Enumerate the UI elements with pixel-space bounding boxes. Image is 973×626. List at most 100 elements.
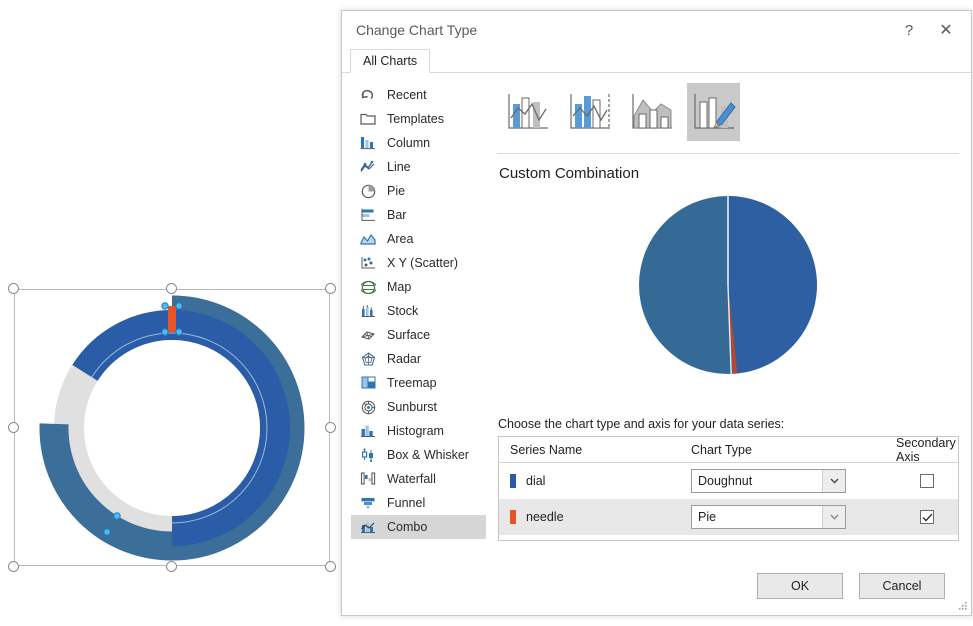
resize-grip[interactable] — [956, 600, 968, 612]
chart-type-label: Area — [387, 232, 414, 246]
funnel-icon — [357, 494, 379, 512]
chart-type-item-sunburst[interactable]: Sunburst — [351, 395, 486, 419]
thumbnail-stacked-area-clustered-column[interactable] — [625, 83, 678, 141]
resize-handle-top-center[interactable] — [166, 283, 177, 294]
scatter-icon — [357, 254, 379, 272]
secondary-axis-checkbox-needle[interactable] — [920, 510, 934, 524]
resize-handle-middle-right[interactable] — [325, 421, 336, 433]
chart-type-item-area[interactable]: Area — [351, 227, 486, 251]
chart-type-dropdown-value: Doughnut — [698, 474, 753, 488]
chart-type-label: Stock — [387, 304, 419, 318]
chart-type-label: Surface — [387, 328, 431, 342]
resize-handle-top-right[interactable] — [325, 283, 336, 294]
secondary-axis-cell — [896, 510, 958, 524]
cancel-button[interactable]: Cancel — [859, 573, 945, 599]
chart-type-label: Treemap — [387, 376, 437, 390]
chart-type-item-map[interactable]: Map — [351, 275, 486, 299]
chart-type-item-waterfall[interactable]: Waterfall — [351, 467, 486, 491]
check-icon — [922, 513, 932, 522]
column-header-secondary-axis: Secondary Axis — [896, 436, 956, 464]
series-table-header: Series Name Chart Type Secondary Axis — [499, 436, 958, 464]
chart-type-label: Recent — [387, 88, 427, 102]
needle-marker — [168, 305, 176, 332]
area-icon — [357, 230, 379, 248]
chart-type-item-bar[interactable]: Bar — [351, 203, 486, 227]
chart-preview-area — [497, 189, 959, 409]
chart-type-item-funnel[interactable]: Funnel — [351, 491, 486, 515]
chart-type-item-scatter[interactable]: X Y (Scatter) — [351, 251, 486, 275]
chart-type-dropdown-needle[interactable]: Pie — [691, 505, 846, 529]
histogram-icon — [357, 422, 379, 440]
thumbnail-clustered-column-line[interactable] — [501, 83, 554, 141]
close-icon: ✕ — [939, 22, 953, 39]
slide-canvas — [0, 0, 345, 626]
chart-type-item-line[interactable]: Line — [351, 155, 486, 179]
recent-icon — [357, 86, 379, 104]
chart-type-dropdown-dial[interactable]: Doughnut — [691, 469, 846, 493]
chart-type-label: Column — [387, 136, 431, 150]
chart-type-item-combo[interactable]: Combo — [351, 515, 486, 539]
chart-type-label: Templates — [387, 112, 444, 126]
gauge-doughnut-chart[interactable] — [30, 294, 314, 562]
series-row-dial[interactable]: dial Doughnut — [499, 463, 958, 499]
combo-thumbnail-row[interactable] — [501, 83, 740, 145]
chart-type-label: Funnel — [387, 496, 426, 510]
chart-type-label: X Y (Scatter) — [387, 256, 459, 270]
combo-icon — [357, 518, 379, 536]
chart-type-label: Pie — [387, 184, 406, 198]
tab-strip: All Charts — [342, 49, 971, 73]
chart-type-item-recent[interactable]: Recent — [351, 83, 486, 107]
series-section-label: Choose the chart type and axis for your … — [498, 417, 785, 431]
right-pane: Custom Combination Choose the chart type… — [497, 83, 959, 551]
chevron-down-icon[interactable] — [822, 470, 845, 492]
chart-type-item-pie[interactable]: Pie — [351, 179, 486, 203]
help-button[interactable]: ? — [894, 17, 924, 43]
chart-type-label: Box & Whisker — [387, 448, 469, 462]
chart-type-dropdown-value: Pie — [698, 510, 717, 524]
chart-type-item-histogram[interactable]: Histogram — [351, 419, 486, 443]
chart-type-item-column[interactable]: Column — [351, 131, 486, 155]
close-button[interactable]: ✕ — [931, 17, 961, 43]
series-color-swatch — [510, 474, 516, 488]
resize-handle-bottom-left[interactable] — [8, 561, 19, 572]
thumbnail-clustered-column-line-secondary-axis[interactable] — [563, 83, 616, 141]
resize-handle-top-left[interactable] — [8, 283, 19, 294]
chart-type-label: Map — [387, 280, 412, 294]
resize-handle-bottom-right[interactable] — [325, 561, 336, 572]
treemap-icon — [357, 374, 379, 392]
chart-type-item-treemap[interactable]: Treemap — [351, 371, 486, 395]
waterfall-icon — [357, 470, 379, 488]
chart-type-cell: Pie — [691, 505, 896, 529]
secondary-axis-checkbox-dial[interactable] — [920, 474, 934, 488]
series-name-label: needle — [526, 510, 564, 524]
chart-type-label: Histogram — [387, 424, 444, 438]
resize-handle-middle-left[interactable] — [8, 421, 19, 433]
series-row-needle[interactable]: needle Pie — [499, 499, 958, 535]
chart-type-label: Bar — [387, 208, 407, 222]
tab-all-charts-label: All Charts — [363, 54, 418, 68]
surface-icon — [357, 326, 379, 344]
dialog-body: Recent Templates Column Line Pie Bar Are… — [342, 73, 971, 563]
chart-type-item-templates[interactable]: Templates — [351, 107, 486, 131]
preview-divider — [497, 153, 959, 154]
dialog-footer: OK Cancel — [342, 563, 971, 615]
chart-type-label: Line — [387, 160, 411, 174]
chart-type-label: Sunburst — [387, 400, 438, 414]
chart-type-item-stock[interactable]: Stock — [351, 299, 486, 323]
thumbnail-custom-combination[interactable] — [687, 83, 740, 141]
templates-icon — [357, 110, 379, 128]
ok-button-label: OK — [790, 579, 810, 593]
chart-type-item-radar[interactable]: Radar — [351, 347, 486, 371]
pie-icon — [357, 182, 379, 200]
chevron-down-icon[interactable] — [822, 506, 845, 528]
chart-type-list[interactable]: Recent Templates Column Line Pie Bar Are… — [351, 83, 486, 551]
tab-all-charts[interactable]: All Charts — [350, 49, 431, 73]
line-icon — [357, 158, 379, 176]
dialog-titlebar[interactable]: Change Chart Type ? ✕ — [342, 11, 971, 49]
chart-object-selection[interactable] — [8, 283, 336, 572]
resize-handle-bottom-center[interactable] — [166, 561, 177, 572]
ok-button[interactable]: OK — [757, 573, 843, 599]
chart-type-cell: Doughnut — [691, 469, 896, 493]
chart-type-item-surface[interactable]: Surface — [351, 323, 486, 347]
chart-type-item-box-whisker[interactable]: Box & Whisker — [351, 443, 486, 467]
